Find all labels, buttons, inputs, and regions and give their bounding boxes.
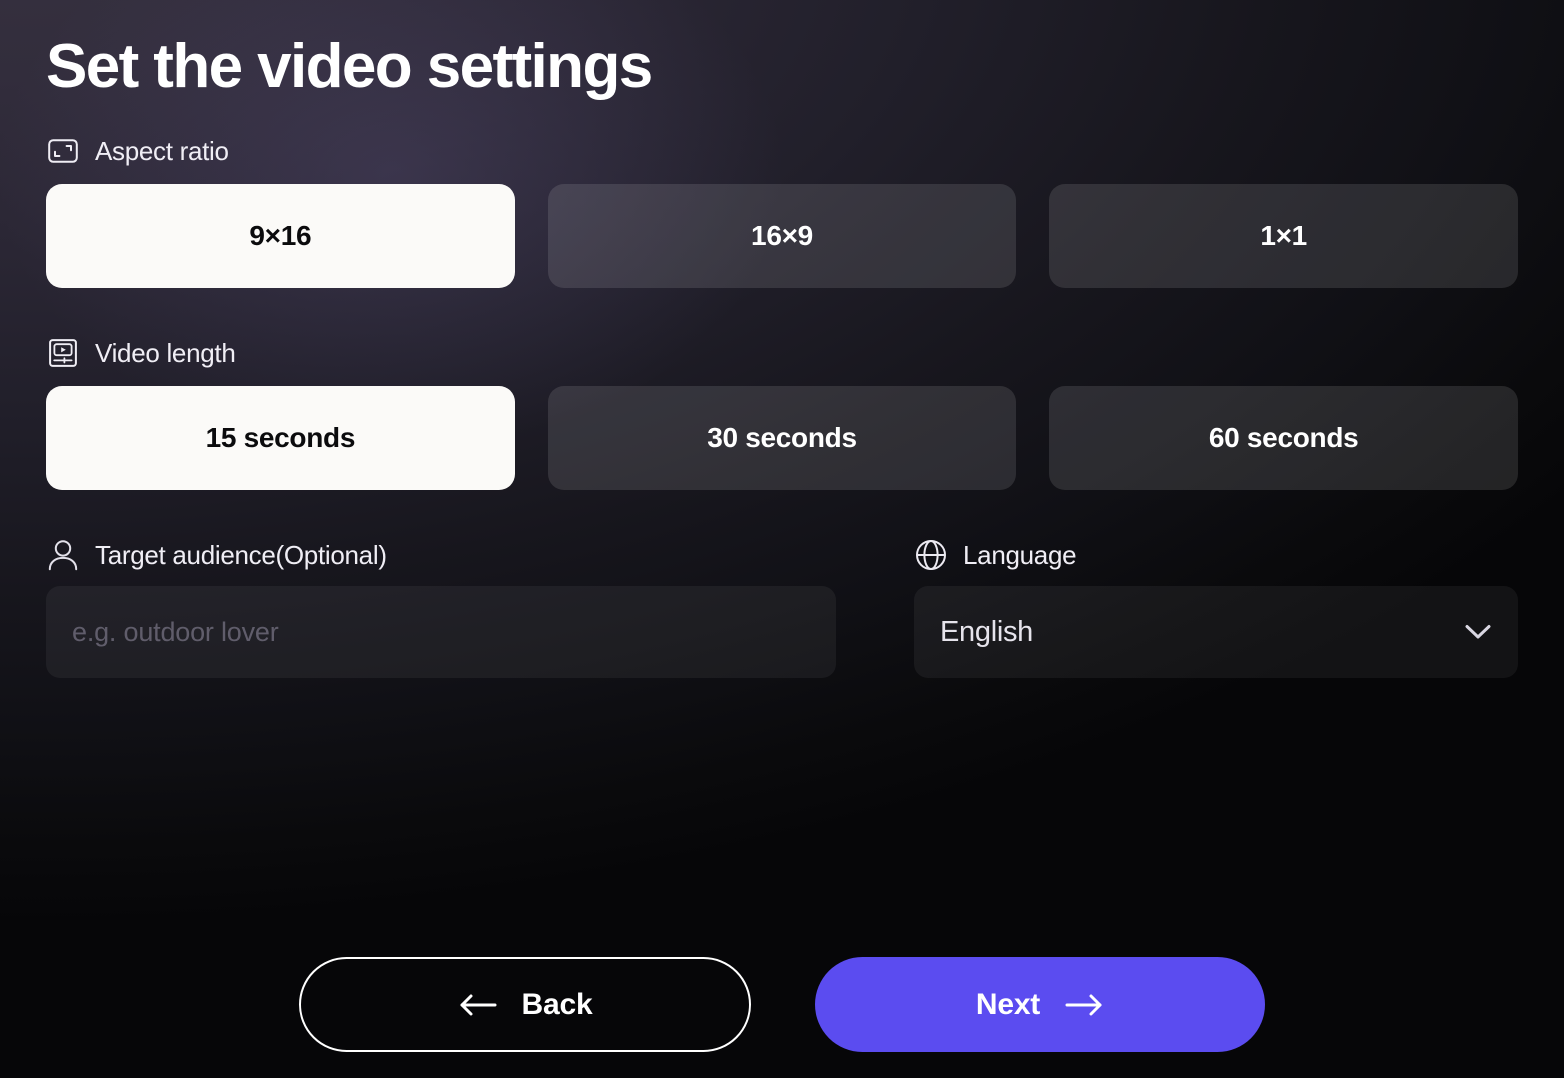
settings-content: Set the video settings Aspect ratio 9×16… (0, 0, 1564, 678)
language-select[interactable]: English (914, 586, 1518, 678)
language-selected-value: English (940, 615, 1034, 648)
chevron-down-icon (1464, 623, 1492, 641)
person-icon (46, 538, 80, 572)
video-length-option-60-seconds[interactable]: 60 seconds (1049, 386, 1518, 490)
language-field-group: Language English (914, 538, 1518, 678)
arrow-right-icon (1064, 993, 1104, 1017)
aspect-ratio-section-label: Aspect ratio (46, 134, 1518, 168)
aspect-ratio-option-16x9[interactable]: 16×9 (547, 184, 1017, 288)
field-grid: Target audience(Optional) Language (46, 538, 1518, 678)
aspect-ratio-label: Aspect ratio (95, 135, 229, 166)
video-settings-screen: Set the video settings Aspect ratio 9×16… (0, 0, 1564, 1078)
language-select-box[interactable]: English (914, 586, 1518, 678)
video-length-section-label: Video length (46, 336, 1518, 370)
video-length-icon (46, 336, 80, 370)
target-audience-input[interactable] (46, 586, 836, 678)
target-audience-label: Target audience(Optional) (95, 539, 387, 570)
target-audience-field-group: Target audience(Optional) (46, 538, 836, 678)
aspect-ratio-option-1x1[interactable]: 1×1 (1049, 184, 1518, 288)
back-button[interactable]: Back (299, 957, 751, 1052)
next-button[interactable]: Next (815, 957, 1265, 1052)
aspect-ratio-icon (46, 134, 80, 168)
aspect-ratio-option-9x16[interactable]: 9×16 (46, 184, 515, 288)
video-length-options: 15 seconds 30 seconds 60 seconds (46, 386, 1518, 490)
aspect-ratio-options: 9×16 16×9 1×1 (46, 184, 1518, 288)
footer-actions: Back Next (0, 957, 1564, 1052)
globe-icon (914, 538, 948, 572)
back-button-label: Back (521, 987, 593, 1021)
page-title: Set the video settings (46, 32, 653, 101)
language-label: Language (963, 539, 1077, 570)
next-button-label: Next (975, 987, 1041, 1021)
video-length-option-30-seconds[interactable]: 30 seconds (547, 386, 1017, 490)
video-length-label: Video length (95, 337, 236, 368)
language-section-label: Language (914, 538, 1518, 572)
target-audience-section-label: Target audience(Optional) (46, 538, 836, 572)
arrow-left-icon (458, 993, 498, 1017)
video-length-option-15-seconds[interactable]: 15 seconds (46, 386, 515, 490)
